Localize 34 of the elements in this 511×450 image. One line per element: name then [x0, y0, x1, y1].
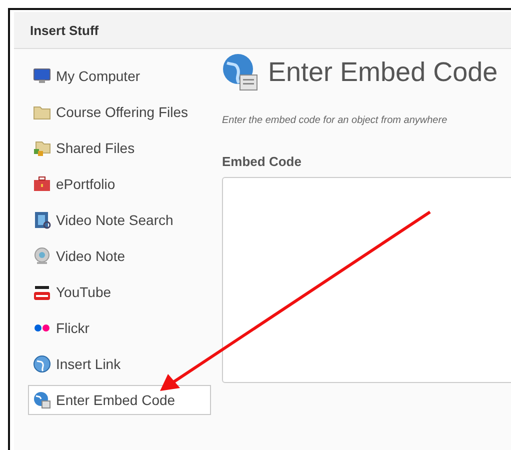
dialog-title: Insert Stuff: [30, 22, 99, 38]
sidebar-item-label: YouTube: [56, 284, 112, 300]
film-icon: [33, 211, 51, 229]
sidebar-item-label: Shared Files: [56, 140, 135, 156]
sidebar-item[interactable]: My Computer: [28, 61, 211, 91]
sidebar-item[interactable]: Shared Files: [28, 133, 211, 163]
sidebar-item[interactable]: Enter Embed Code: [28, 385, 211, 415]
page-title: Enter Embed Code: [268, 56, 498, 88]
sidebar-item[interactable]: Flickr: [28, 313, 211, 343]
sidebar-item[interactable]: ePortfolio: [28, 169, 211, 199]
webcam-icon: [33, 247, 51, 265]
sidebar-item-label: My Computer: [56, 68, 140, 84]
briefcase-icon: [33, 175, 51, 193]
embed-code-field[interactable]: [222, 177, 511, 383]
sidebar-item[interactable]: Video Note: [28, 241, 211, 271]
sidebar-item-label: Course Offering Files: [56, 104, 188, 120]
sidebar-item-label: Video Note: [56, 248, 126, 264]
sidebar-item[interactable]: YouTube: [28, 277, 211, 307]
sidebar-item-label: Insert Link: [56, 356, 121, 372]
monitor-icon: [33, 67, 51, 85]
sidebar-item[interactable]: Course Offering Files: [28, 97, 211, 127]
sidebar-item-label: ePortfolio: [56, 176, 116, 192]
shared-folder-icon: [33, 139, 51, 157]
youtube-logo-icon: [33, 283, 51, 301]
globe-document-icon: [33, 391, 51, 409]
sidebar-item-label: Video Note Search: [56, 212, 174, 228]
globe-document-icon: [222, 53, 258, 91]
field-label: Embed Code: [222, 154, 302, 169]
sidebar-item[interactable]: Insert Link: [28, 349, 211, 379]
description-text: Enter the embed code for an object from anywhere: [222, 115, 448, 126]
sidebar-item-label: Enter Embed Code: [56, 392, 176, 408]
globe-icon: [33, 355, 51, 373]
sidebar-item-label: Flickr: [56, 320, 90, 336]
sidebar-item[interactable]: Video Note Search: [28, 205, 211, 235]
